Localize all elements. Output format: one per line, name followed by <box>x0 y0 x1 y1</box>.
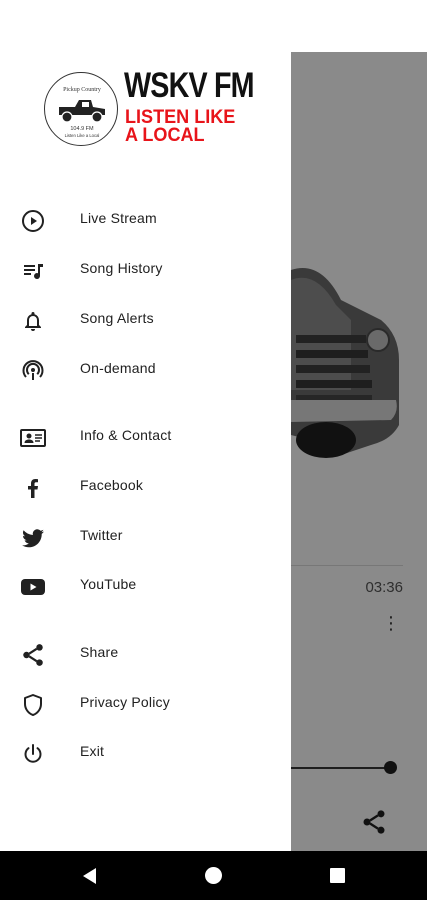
queue-music-icon <box>20 258 46 284</box>
menu-label: YouTube <box>80 576 137 592</box>
back-icon[interactable] <box>80 866 100 886</box>
share-icon <box>20 642 46 668</box>
shield-icon <box>20 692 46 718</box>
menu-item-on-demand[interactable]: On-demand <box>0 346 291 394</box>
badge-frequency-text: 104.9 FM <box>70 126 94 132</box>
menu-label: Exit <box>80 743 105 759</box>
bell-icon <box>20 308 46 334</box>
recents-icon[interactable] <box>330 868 345 883</box>
badge-top-text: Pickup Country <box>63 87 101 93</box>
menu-label: On-demand <box>80 360 156 376</box>
contact-card-icon <box>20 425 46 451</box>
menu-label: Live Stream <box>80 210 157 226</box>
menu-label: Song History <box>80 260 163 276</box>
menu-item-privacy-policy[interactable]: Privacy Policy <box>0 680 291 728</box>
menu-item-facebook[interactable]: Facebook <box>0 463 291 511</box>
menu-label: Info & Contact <box>80 427 172 443</box>
navigation-drawer: Pickup Country 104.9 FM Listen Like a Lo… <box>0 0 291 851</box>
menu-label: Song Alerts <box>80 310 154 326</box>
track-duration: 03:36 <box>365 579 403 596</box>
status-bar <box>291 0 427 52</box>
menu-label: Facebook <box>80 477 144 493</box>
divider <box>291 565 403 566</box>
menu-item-youtube[interactable]: YouTube <box>0 562 291 610</box>
home-icon[interactable] <box>205 867 222 884</box>
menu-item-info-contact[interactable]: Info & Contact <box>0 413 291 461</box>
menu-label: Twitter <box>80 527 123 543</box>
tagline-line2: A LOCAL <box>125 125 205 146</box>
seek-thumb[interactable] <box>384 761 397 774</box>
menu-item-exit[interactable]: Exit <box>0 729 291 777</box>
station-name: WSKV FM <box>124 66 255 105</box>
power-icon <box>20 741 46 767</box>
menu-item-share[interactable]: Share <box>0 630 291 678</box>
station-logo: Pickup Country 104.9 FM Listen Like a Lo… <box>44 66 255 146</box>
share-icon[interactable] <box>360 808 388 836</box>
logo-badge: Pickup Country 104.9 FM Listen Like a Lo… <box>44 72 118 146</box>
menu-item-live-stream[interactable]: Live Stream <box>0 196 291 244</box>
menu-item-song-history[interactable]: Song History <box>0 246 291 294</box>
play-circle-icon <box>20 208 46 234</box>
album-art-truck <box>291 268 399 458</box>
badge-bottom-text: Listen Like a Local <box>65 133 100 138</box>
podcast-icon <box>20 358 46 384</box>
youtube-icon <box>20 574 46 600</box>
more-vert-icon[interactable]: ⋮ <box>381 612 401 634</box>
facebook-icon <box>20 475 46 501</box>
menu-item-song-alerts[interactable]: Song Alerts <box>0 296 291 344</box>
seek-bar[interactable] <box>291 767 389 769</box>
menu-item-twitter[interactable]: Twitter <box>0 513 291 561</box>
menu-label: Privacy Policy <box>80 694 170 710</box>
menu-label: Share <box>80 644 119 660</box>
twitter-icon <box>20 525 46 551</box>
